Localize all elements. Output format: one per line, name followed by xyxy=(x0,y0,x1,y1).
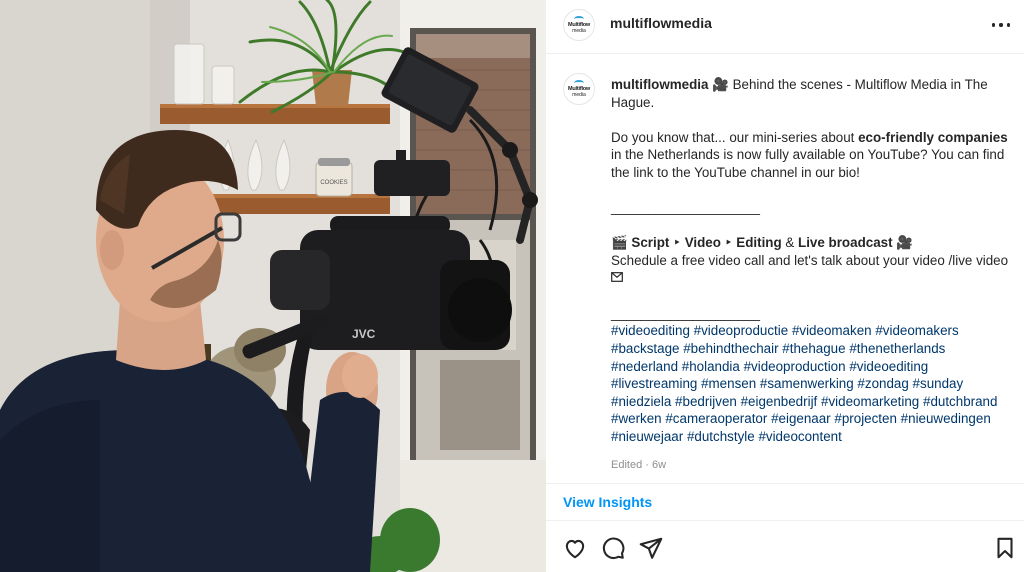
hashtag-link[interactable]: #dutchstyle xyxy=(687,429,755,444)
hashtag-link[interactable]: #videomarketing xyxy=(821,394,919,409)
caption-avatar[interactable]: Multiflow media xyxy=(563,73,595,105)
hashtag-link[interactable]: #mensen xyxy=(701,376,756,391)
share-icon[interactable] xyxy=(638,535,664,561)
hashtag-link[interactable]: #projecten xyxy=(834,411,897,426)
hashtag-link[interactable]: #videoproductie xyxy=(694,323,789,338)
hashtag-link[interactable]: #videomaken xyxy=(792,323,872,338)
caption-area: Multiflow media multiflowmedia 🎥 Behind … xyxy=(546,55,1024,482)
camera-icon: 🎥 xyxy=(892,235,913,251)
caption-divider-2: ____________________ xyxy=(611,305,760,321)
hashtag-link[interactable]: #videomakers xyxy=(875,323,958,338)
hashtag-link[interactable]: #bedrijven xyxy=(675,394,737,409)
caption-paragraph: Do you know that... our mini-series abou… xyxy=(611,129,1008,180)
bookmark-icon[interactable] xyxy=(992,535,1018,561)
post-detail-panel: Multiflow media multiflowmedia Multiflow… xyxy=(546,0,1024,572)
hashtag-link[interactable]: #cameraoperator xyxy=(665,411,767,426)
hashtag-list: #videoediting #videoproductie #videomake… xyxy=(611,322,1015,445)
caption-divider: ____________________ xyxy=(611,200,760,216)
insights-bar: View Insights xyxy=(546,483,1024,521)
hashtag-link[interactable]: #niedziela xyxy=(611,394,671,409)
hashtag-link[interactable]: #videocontent xyxy=(758,429,841,444)
schedule-text: Schedule a free video call and let's tal… xyxy=(611,252,1009,268)
more-options-icon[interactable] xyxy=(992,16,1010,34)
cookie-jar-label: COOKIES xyxy=(320,180,347,186)
services-line: 🎬 Script ‣ Video ‣ Editing & Live broadc… xyxy=(611,235,913,251)
hashtag-link[interactable]: #dutchbrand xyxy=(923,394,997,409)
hashtag-link[interactable]: #videoediting xyxy=(849,359,928,374)
hashtag-link[interactable]: #nederland xyxy=(611,359,678,374)
view-insights-link[interactable]: View Insights xyxy=(563,494,652,510)
hashtag-link[interactable]: #zondag xyxy=(857,376,908,391)
caption-username[interactable]: multiflowmedia xyxy=(611,77,708,92)
camera-brand-text: JVC xyxy=(352,327,376,341)
hashtag-link[interactable]: #werken xyxy=(611,411,662,426)
clapper-icon: 🎬 xyxy=(611,235,628,251)
hashtag-link[interactable]: #nieuwedingen xyxy=(901,411,991,426)
edited-timestamp: Edited · 6w xyxy=(611,459,667,472)
post-caption: multiflowmedia 🎥 Behind the scenes - Mul… xyxy=(611,76,1015,475)
hashtag-link[interactable]: #livestreaming xyxy=(611,376,697,391)
hashtag-link[interactable]: #eigenaar xyxy=(771,411,831,426)
avatar[interactable]: Multiflow media xyxy=(563,9,595,41)
heart-icon[interactable] xyxy=(562,535,588,561)
hashtag-link[interactable]: #thehague xyxy=(782,341,845,356)
hashtag-link[interactable]: #sunday xyxy=(913,376,964,391)
hashtag-link[interactable]: #samenwerking xyxy=(760,376,854,391)
action-bar xyxy=(546,522,1024,572)
hashtag-link[interactable]: #videoediting xyxy=(611,323,690,338)
post-photo[interactable]: COOKIES JVC xyxy=(0,0,546,572)
envelope-icon xyxy=(611,269,623,287)
avatar-logo-subtext: media xyxy=(572,27,586,34)
hashtag-link[interactable]: #behindthechair xyxy=(683,341,778,356)
post-header: Multiflow media multiflowmedia xyxy=(546,0,1024,54)
avatar-logo-subtext: media xyxy=(572,91,586,98)
hashtag-link[interactable]: #backstage xyxy=(611,341,680,356)
hashtag-link[interactable]: #holandia xyxy=(682,359,740,374)
hashtag-link[interactable]: #eigenbedrijf xyxy=(741,394,818,409)
hashtag-link[interactable]: #thenetherlands xyxy=(849,341,945,356)
caption-bold-phrase: eco-friendly companies xyxy=(858,129,1008,145)
comment-icon[interactable] xyxy=(600,535,626,561)
header-username[interactable]: multiflowmedia xyxy=(610,15,712,31)
hashtag-link[interactable]: #videoproduction xyxy=(744,359,846,374)
hashtag-link[interactable]: #nieuwejaar xyxy=(611,429,683,444)
